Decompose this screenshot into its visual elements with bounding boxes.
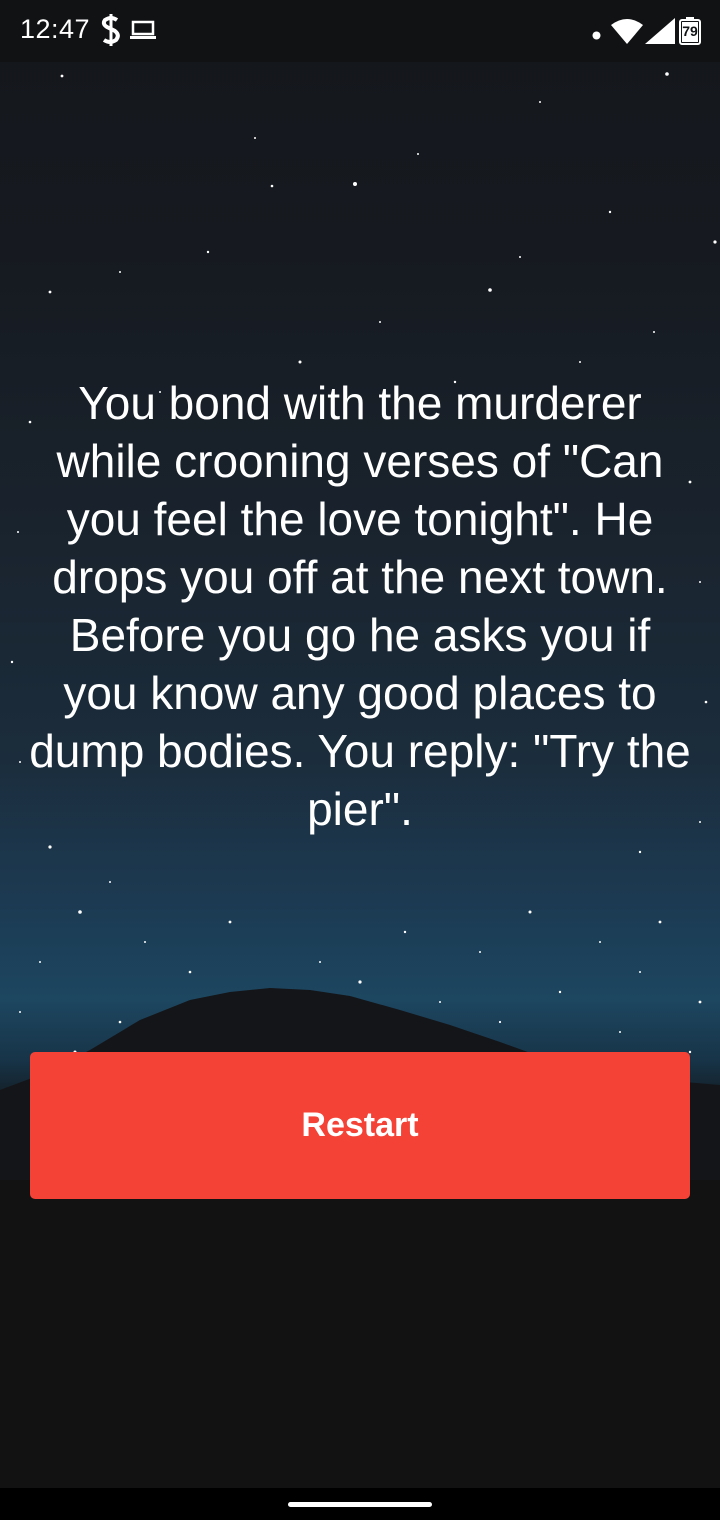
story-text: You bond with the murderer while croonin…	[29, 377, 691, 835]
home-gesture-handle[interactable]	[288, 1502, 432, 1507]
battery-level: 79	[682, 23, 698, 39]
app-screen: 12:47 79 You bond with the murderer whil…	[0, 0, 720, 1520]
battery-icon: 79	[679, 17, 701, 50]
status-time: 12:47	[20, 14, 91, 44]
status-bar: 12:47 79	[0, 0, 720, 62]
signal-icon	[645, 18, 675, 49]
notification-dot-icon	[592, 27, 601, 45]
laptop-icon	[130, 20, 156, 45]
wifi-icon	[611, 18, 643, 49]
dollar-icon	[100, 14, 122, 51]
restart-button[interactable]: Restart	[30, 1052, 690, 1199]
navigation-bar	[0, 1488, 720, 1520]
